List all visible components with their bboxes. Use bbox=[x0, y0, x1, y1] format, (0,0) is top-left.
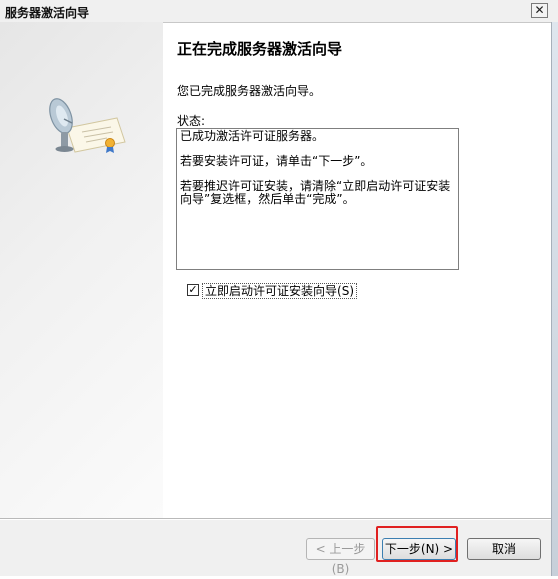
status-textbox[interactable]: 已成功激活许可证服务器。 若要安装许可证，请单击“下一步”。 若要推迟许可证安装… bbox=[176, 128, 459, 270]
checkbox-accelerator: S bbox=[341, 284, 350, 298]
wizard-side-panel bbox=[0, 22, 163, 518]
next-button-highlight bbox=[376, 526, 458, 562]
wizard-content: 正在完成服务器激活向导 您已完成服务器激活向导。 状态: 已成功激活许可证服务器… bbox=[163, 22, 551, 518]
back-button[interactable]: < 上一步(B) bbox=[306, 538, 375, 576]
status-line: 若要安装许可证，请单击“下一步”。 bbox=[180, 154, 373, 168]
close-icon: ✕ bbox=[534, 3, 545, 17]
window-title: 服务器激活向导 bbox=[5, 6, 90, 20]
start-license-install-wizard-checkbox[interactable]: ✓ bbox=[187, 284, 199, 296]
status-label: 状态: bbox=[177, 114, 206, 128]
button-bar: < 上一步(B) 下一步(N) > 取消 bbox=[0, 520, 551, 576]
checkbox-label-text: 立即启动许可证安装向导 bbox=[205, 284, 338, 298]
title-bar: 服务器激活向导 ✕ bbox=[0, 0, 558, 23]
cancel-button[interactable]: 取消 bbox=[467, 538, 541, 560]
page-description: 您已完成服务器激活向导。 bbox=[177, 84, 322, 98]
checkmark-icon: ✓ bbox=[188, 283, 198, 296]
status-line: 已成功激活许可证服务器。 bbox=[180, 129, 325, 143]
page-title: 正在完成服务器激活向导 bbox=[177, 40, 343, 58]
certificate-with-satellite-dish-icon bbox=[49, 98, 126, 153]
close-button[interactable]: ✕ bbox=[531, 3, 548, 18]
window-frame-right bbox=[551, 22, 558, 576]
checkbox-label[interactable]: 立即启动许可证安装向导(S) bbox=[202, 283, 358, 299]
status-line: 若要推迟许可证安装，请清除“立即启动许可证安装向导”复选框，然后单击“完成”。 bbox=[180, 179, 451, 206]
